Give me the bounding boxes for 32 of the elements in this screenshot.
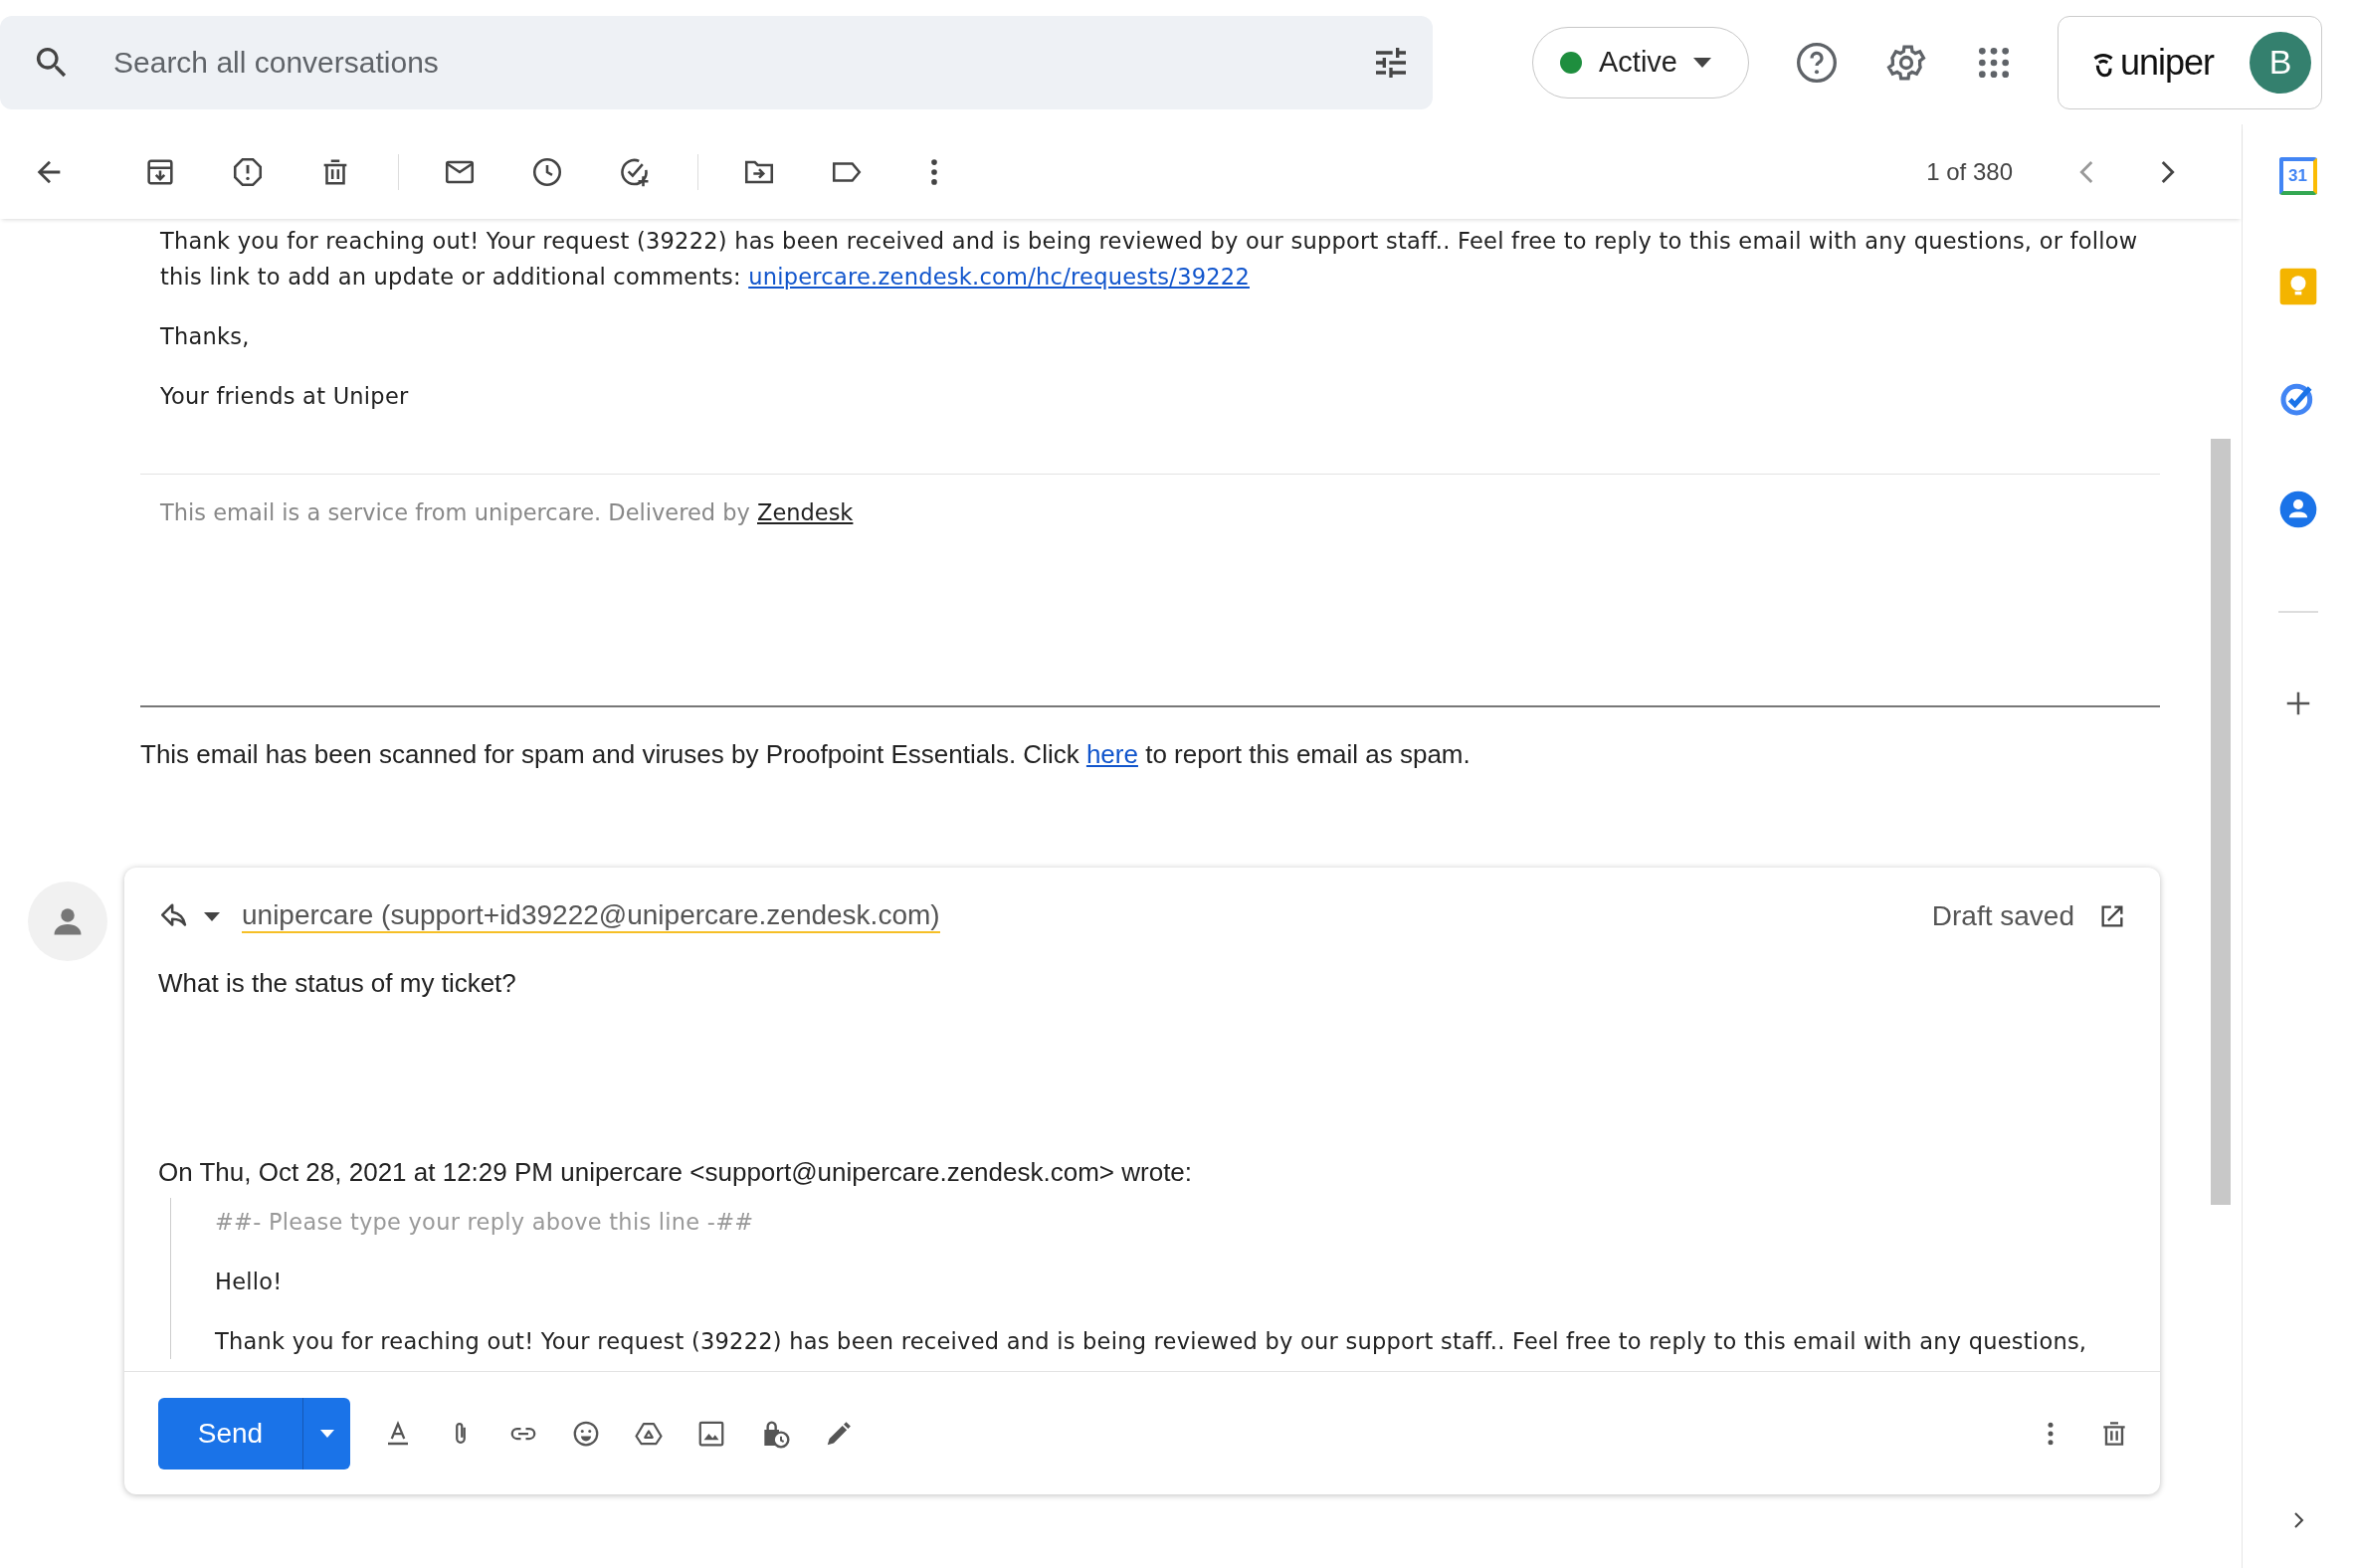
caret-icon[interactable] — [204, 911, 220, 921]
message-counter: 1 of 380 — [1926, 157, 2013, 186]
logo-text: uniper — [2120, 41, 2215, 84]
quoted-line: Thank you for reaching out! Your request (39222) has been received and is being reviewed by our support staff.. Feel free to reply to this email with any questions, — [215, 1327, 2088, 1356]
quoted-line: Hello! — [215, 1268, 284, 1296]
person-circle-icon[interactable] — [2277, 490, 2318, 529]
reply-text: What is the status of my ticket? — [158, 967, 517, 1000]
help-icon[interactable] — [1795, 40, 1839, 85]
search-bar[interactable]: Search all conversations — [0, 15, 1433, 109]
service-footer-text: This email is a service from unipercare. Delivered by Zendesk — [160, 498, 855, 527]
request-link[interactable]: unipercare.zendesk.com/hc/requests/39222 — [748, 264, 1250, 290]
account-avatar[interactable]: B — [2250, 31, 2311, 94]
account-switcher[interactable]: uniper B — [2058, 15, 2322, 109]
caret-icon — [319, 1429, 334, 1438]
calendar-icon[interactable]: 31 — [2278, 157, 2317, 195]
zendesk-link[interactable]: Zendesk — [757, 499, 854, 525]
scrollbar-thumb[interactable] — [2211, 439, 2231, 1205]
status-dropdown[interactable]: Active — [1532, 26, 1749, 98]
caret-icon — [1693, 57, 1711, 68]
quote-header: On Thu, Oct 28, 2021 at 12:29 PM unipercare <support@unipercare.zendesk.com> wrote: — [158, 1156, 1194, 1189]
send-button[interactable]: Send — [158, 1397, 302, 1470]
draft-status: Draft saved — [1931, 900, 2074, 932]
search-field[interactable]: Search all conversations — [111, 44, 1371, 81]
status-dot-icon — [1559, 50, 1583, 75]
recipient-field[interactable]: unipercare (support+id39222@unipercare.zendesk.com) — [242, 899, 940, 933]
spam-scan-notice: This email has been scanned for spam and viruses by Proofpoint Essentials. Click here to report this email as spam. — [140, 739, 1471, 770]
closing-line: Your friends at Uniper — [160, 382, 410, 411]
reply-separator-line: ##- Please type your reply above this line -## — [215, 1208, 755, 1237]
closing-line: Thanks, — [160, 322, 251, 351]
send-options-button[interactable] — [302, 1397, 350, 1470]
message-paragraph: Thank you for reaching out! Your request (39222) has been received and is being reviewed by our support staff.. Feel free to reply to this email with any questions, or follow this link to add an update or additional comments: unipercare.zendesk.com/hc/requests/39222 — [160, 227, 2139, 292]
report-spam-link[interactable]: here — [1085, 739, 1138, 769]
